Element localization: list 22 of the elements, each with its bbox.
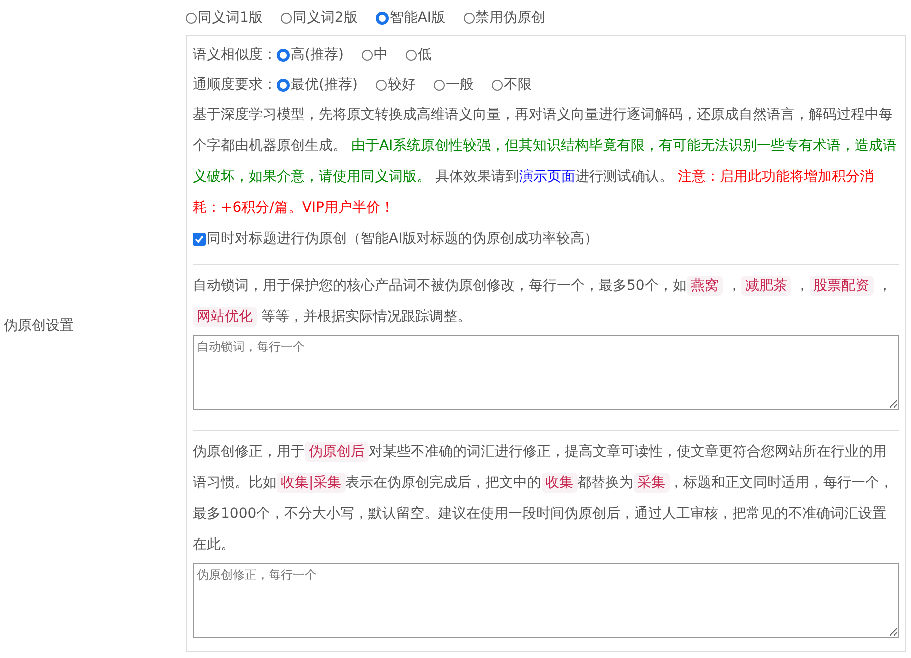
lock-words-field[interactable]: 自动锁词，每行一个: [193, 335, 899, 410]
radio-option[interactable]: 较好: [376, 76, 416, 94]
section-label: 伪原创设置: [3, 317, 75, 335]
radio-option[interactable]: 同义词1版: [186, 9, 263, 27]
radio-option[interactable]: 智能AI版: [376, 9, 446, 27]
radio-option[interactable]: 低: [406, 46, 432, 64]
radio-option[interactable]: 最优(推荐): [277, 76, 358, 94]
demo-page-link[interactable]: 演示页面: [519, 169, 576, 185]
radio-option[interactable]: 同义词2版: [280, 9, 358, 27]
field-label: 语义相似度：: [193, 46, 277, 64]
radio-option[interactable]: 一般: [434, 76, 474, 94]
correction-help: 伪原创修正，用于 伪原创后 对某些不准确的词汇进行修正，提高文章可读性，使文章更符合您网站所在行业的用语习惯。比如 收集|采集 表示在伪原创完成后，把文中的 收集 都替换为 采集 ，标题和正文同时适用，每行一个，最多1000个，不分大小写，默认留空。建议在使用一段时间伪原创后，通过人工审核，把常见的不准确词汇设置在此。: [193, 441, 895, 555]
radio-option[interactable]: 高(推荐): [277, 46, 344, 64]
title-checkbox[interactable]: 同时对标题进行伪原创（智能AI版对标题的伪原创成功率较高）: [193, 224, 899, 254]
lock-words-help: 自动锁词，用于保护您的核心产品词不被伪原创修改，每行一个，最多50个，如 燕窝 ， 减肥茶 ， 股票配资 ， 网站优化 等等，并根据实际情况跟踪调整。: [193, 275, 894, 329]
correction-field[interactable]: 伪原创修正，每行一个: [193, 563, 899, 638]
radio-option[interactable]: 禁用伪原创: [464, 9, 546, 27]
radio-option[interactable]: 不限: [492, 76, 532, 94]
check-icon: [195, 234, 204, 244]
description-text: 基于深度学习模型，先将原文转换成高维语义向量，再对语义向量进行逐词解码，还原成自然语言，解码过程中每个字都由机器原创生成。 由于AI系统原创性较强，但其知识结构毕竟有限，有可能无法识别一些专有术语，造成语义破坏，如果介意，请使用同义词版。 具体效果请到演示页面进行测试确认。 注意：启用此功能将增加积分消耗：+6积分/篇。VIP用户半价！: [193, 106, 898, 218]
field-label: 通顺度要求：: [193, 76, 277, 94]
radio-option[interactable]: 中: [362, 46, 388, 64]
